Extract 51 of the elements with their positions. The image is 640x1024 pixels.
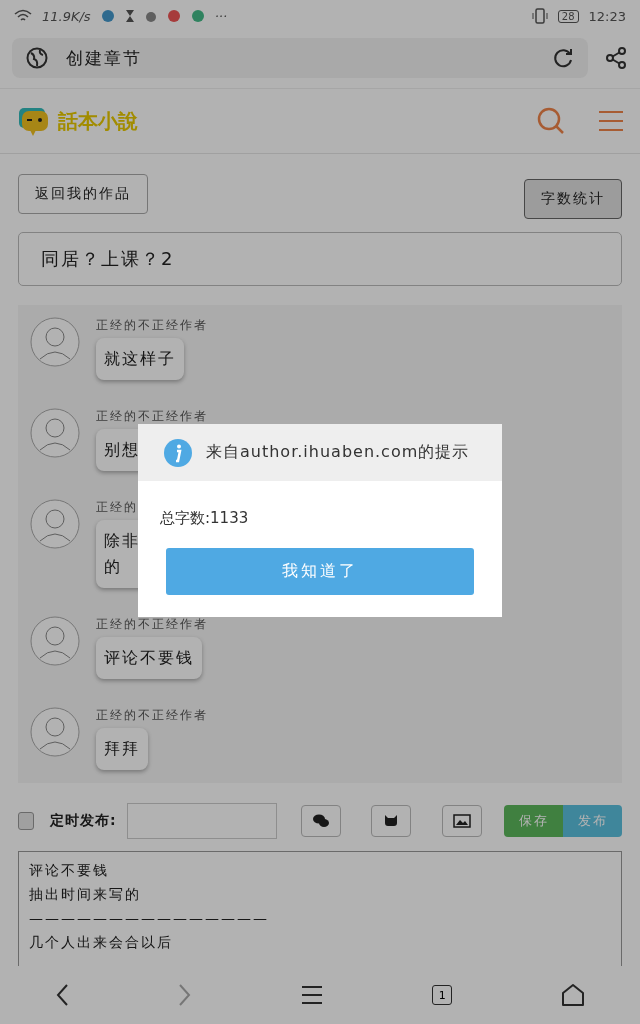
- chat-bubbles-icon: [312, 814, 329, 828]
- app-notification-icon: [190, 9, 205, 23]
- editor-line: 评论不要钱: [29, 861, 110, 880]
- more-notifications: ···: [214, 8, 228, 24]
- avatar-icon: [30, 707, 80, 757]
- refresh-icon[interactable]: [552, 47, 574, 69]
- message-bubble[interactable]: 拜拜: [96, 728, 148, 770]
- vibrate-icon: [531, 8, 548, 24]
- message-bubble[interactable]: 就这样子: [96, 338, 184, 380]
- dialog-title: 来自author.ihuaben.com的提示: [206, 442, 470, 463]
- battery-indicator: 28: [557, 9, 579, 23]
- author-name: 正经的: [96, 499, 138, 516]
- editor-line: ———————————————: [29, 909, 270, 928]
- image-button[interactable]: [441, 805, 482, 837]
- share-icon[interactable]: [604, 46, 628, 70]
- author-name: 正经的不正经作者: [96, 616, 208, 633]
- dialog-message: 总字数:1133: [160, 509, 250, 528]
- author-name: 正经的不正经作者: [96, 408, 208, 425]
- home-icon[interactable]: [561, 983, 586, 1007]
- back-icon[interactable]: [54, 983, 69, 1007]
- author-name: 正经的不正经作者: [96, 317, 208, 334]
- schedule-label: 定时发布:: [49, 812, 117, 830]
- cat-button[interactable]: [371, 805, 412, 837]
- avatar-icon: [30, 499, 80, 549]
- chapter-title-field[interactable]: 同居？上课？2: [18, 232, 622, 286]
- hourglass-icon: [124, 9, 135, 23]
- author-name: 正经的不正经作者: [96, 707, 208, 724]
- message-bubble[interactable]: 评论不要钱: [96, 637, 202, 679]
- editor-line: 抽出时间来写的: [29, 885, 142, 904]
- cat-icon: [383, 814, 400, 828]
- network-speed: 11.9K/s: [42, 8, 91, 24]
- address-bar[interactable]: 创建章节: [12, 38, 588, 78]
- avatar-icon: [30, 408, 80, 458]
- schedule-time-field[interactable]: [126, 803, 277, 839]
- back-button[interactable]: 返回我的作品: [18, 174, 148, 214]
- menu-icon[interactable]: [300, 985, 323, 1005]
- page-title: 创建章节: [66, 46, 143, 70]
- wifi-icon: [14, 9, 32, 23]
- editor-line: 几个人出来会合以后: [29, 933, 174, 952]
- clock: 12:23: [588, 8, 626, 24]
- schedule-checkbox[interactable]: [18, 812, 34, 830]
- app-notification-icon: [100, 9, 115, 23]
- word-count-button[interactable]: 字数统计: [524, 179, 622, 219]
- globe-icon: [26, 47, 48, 69]
- image-icon: [453, 814, 471, 828]
- avatar-icon: [30, 317, 80, 367]
- info-icon: [164, 438, 192, 467]
- dialogue-button[interactable]: [300, 805, 341, 837]
- avatar-icon: [30, 616, 80, 666]
- app-notification-icon: [166, 9, 181, 23]
- tabs-button[interactable]: 1: [432, 985, 453, 1005]
